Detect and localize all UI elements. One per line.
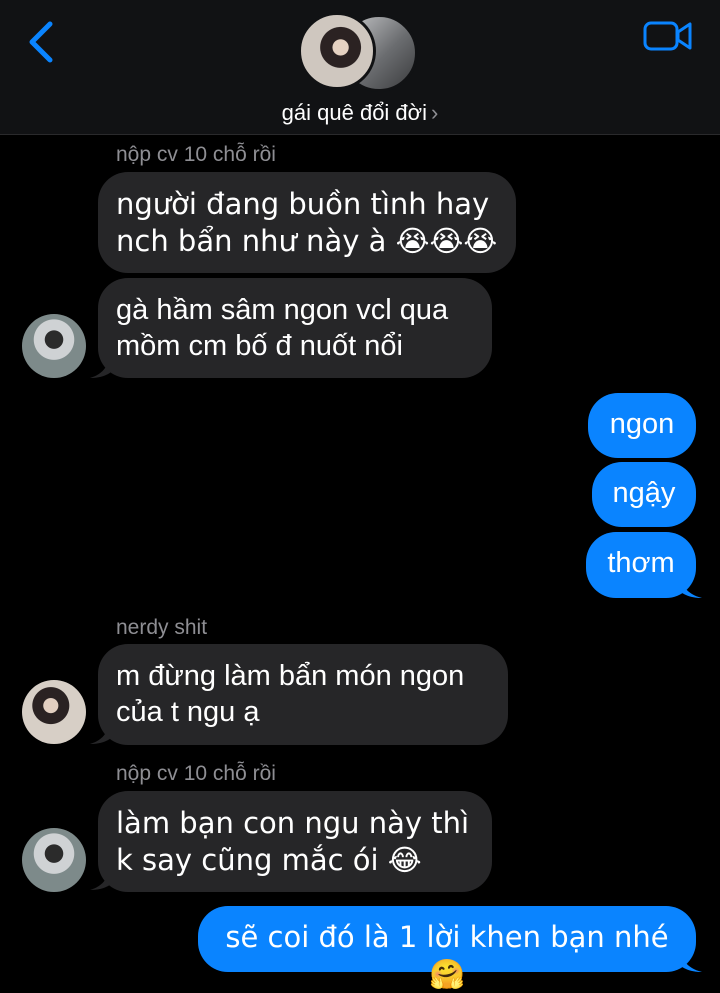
incoming-message-bubble[interactable]: làm bạn con ngu này thì k say cũng mắc ó…	[98, 791, 492, 892]
chevron-left-icon	[29, 21, 53, 63]
back-button[interactable]	[24, 20, 64, 64]
message-text: ngon	[609, 408, 675, 440]
bubble-tail	[90, 862, 116, 890]
message-text: m đừng làm bẩn món ngon của t ngu ạ	[116, 660, 465, 728]
sender-name-label: nerdy shit	[116, 616, 208, 639]
video-camera-icon	[643, 21, 692, 51]
outgoing-message-bubble[interactable]: ngậy	[592, 462, 696, 527]
bubble-tail	[90, 350, 116, 378]
message-text: gà hầm sâm ngon vcl qua mồm cm bố đ nuốt…	[116, 294, 449, 362]
outgoing-message-bubble[interactable]: ngon	[588, 393, 696, 458]
message-text: làm bạn con ngu này thì k say cũng mắc ó…	[116, 806, 470, 877]
group-name: gái quê đổi đời	[281, 100, 427, 125]
group-avatars[interactable]	[298, 12, 422, 96]
outgoing-message-bubble[interactable]: sẽ coi đó là 1 lời khen bạn nhé 🤗	[198, 906, 696, 991]
sender-avatar[interactable]	[22, 828, 86, 892]
sender-name-label: nộp cv 10 chỗ rồi	[116, 762, 276, 785]
conversation-title[interactable]: gái quê đổi đời ›	[0, 100, 720, 126]
conversation-header: gái quê đổi đời ›	[0, 0, 720, 135]
bubble-tail	[676, 944, 702, 972]
chevron-right-icon: ›	[430, 100, 439, 125]
message-text: sẽ coi đó là 1 lời khen bạn nhé 🤗	[225, 920, 669, 991]
incoming-message-bubble[interactable]: m đừng làm bẩn món ngon của t ngu ạ	[98, 644, 508, 745]
member-avatar	[298, 12, 376, 90]
bubble-tail	[676, 570, 702, 598]
message-text: ngậy	[612, 477, 676, 509]
sender-avatar[interactable]	[22, 314, 86, 378]
message-text: thơm	[607, 547, 675, 579]
video-call-button[interactable]	[642, 18, 694, 54]
message-text: người đang buồn tình hay nch bẩn như này…	[116, 187, 498, 258]
incoming-message-bubble[interactable]: gà hầm sâm ngon vcl qua mồm cm bố đ nuốt…	[98, 278, 492, 378]
bubble-tail	[90, 716, 116, 744]
sender-name-label: nộp cv 10 chỗ rồi	[116, 143, 276, 166]
incoming-message-bubble[interactable]: người đang buồn tình hay nch bẩn như này…	[98, 172, 516, 273]
sender-avatar[interactable]	[22, 680, 86, 744]
